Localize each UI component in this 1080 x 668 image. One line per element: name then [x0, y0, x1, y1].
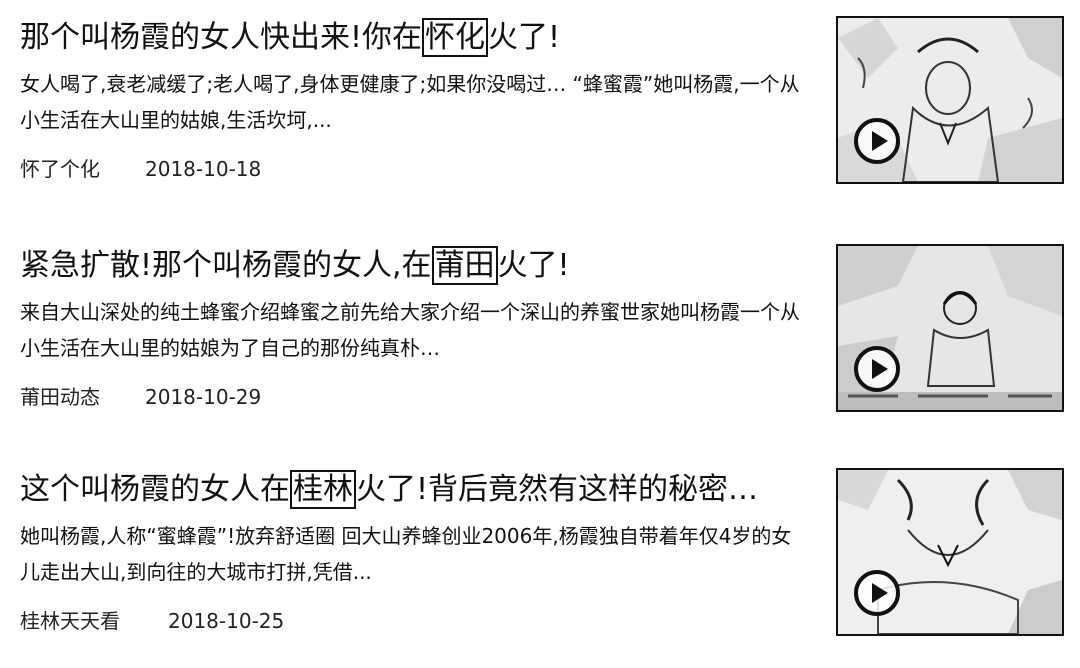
news-date: 2018-10-18 — [145, 157, 262, 181]
play-icon[interactable] — [854, 570, 900, 616]
play-icon[interactable] — [854, 346, 900, 392]
news-source[interactable]: 怀了个化 — [20, 156, 145, 182]
highlighted-place: 怀化 — [422, 18, 489, 57]
news-feed: 那个叫杨霞的女人快出来!你在 怀化 火了! 女人喝了,衰老减缓了;老人喝了,身体更健… — [0, 0, 1080, 668]
news-title[interactable]: 紧急扩散!那个叫杨霞的女人,在 莆田 火了! — [20, 244, 810, 288]
news-source[interactable]: 桂林天天看 — [20, 608, 168, 634]
news-snippet: 女人喝了,衰老减缓了;老人喝了,身体更健康了;如果你没喝过… “蜂蜜霞”她叫杨霞… — [20, 72, 800, 132]
news-item[interactable]: 这个叫杨霞的女人在 桂林 火了!背后竟然有这样的秘密… 她叫杨霞,人称“蜜蜂霞”!放… — [0, 458, 1080, 658]
video-thumbnail[interactable] — [836, 468, 1064, 636]
video-thumbnail[interactable] — [836, 16, 1064, 184]
highlighted-place: 桂林 — [290, 470, 356, 509]
highlighted-place: 莆田 — [431, 246, 498, 285]
news-title[interactable]: 那个叫杨霞的女人快出来!你在 怀化 火了! — [20, 16, 810, 60]
news-date: 2018-10-29 — [145, 385, 262, 409]
title-prefix: 这个叫杨霞的女人在 — [20, 472, 290, 507]
news-meta: 莆田动态 2018-10-29 — [20, 384, 261, 410]
news-item[interactable]: 紧急扩散!那个叫杨霞的女人,在 莆田 火了! 来自大山深处的纯土蜂蜜介绍蜂蜜之前先给… — [0, 234, 1080, 434]
news-snippet: 来自大山深处的纯土蜂蜜介绍蜂蜜之前先给大家介绍一个深山的养蜜世家她叫杨霞一个从小… — [20, 300, 800, 360]
title-prefix: 那个叫杨霞的女人快出来!你在 — [20, 20, 423, 55]
news-item[interactable]: 那个叫杨霞的女人快出来!你在 怀化 火了! 女人喝了,衰老减缓了;老人喝了,身体更健… — [0, 6, 1080, 206]
news-date: 2018-10-25 — [168, 609, 285, 633]
title-prefix: 紧急扩散!那个叫杨霞的女人,在 — [20, 248, 432, 283]
play-icon[interactable] — [854, 118, 900, 164]
title-suffix: 火了! — [497, 248, 570, 283]
news-meta: 桂林天天看 2018-10-25 — [20, 608, 284, 634]
title-suffix: 火了! — [488, 20, 561, 55]
news-title[interactable]: 这个叫杨霞的女人在 桂林 火了!背后竟然有这样的秘密… — [20, 468, 810, 512]
news-snippet: 她叫杨霞,人称“蜜蜂霞”!放弃舒适圈 回大山养蜂创业2006年,杨霞独自带着年仅… — [20, 524, 792, 584]
news-meta: 怀了个化 2018-10-18 — [20, 156, 261, 182]
news-source[interactable]: 莆田动态 — [20, 384, 145, 410]
video-thumbnail[interactable] — [836, 244, 1064, 412]
title-suffix: 火了!背后竟然有这样的秘密… — [356, 472, 759, 507]
